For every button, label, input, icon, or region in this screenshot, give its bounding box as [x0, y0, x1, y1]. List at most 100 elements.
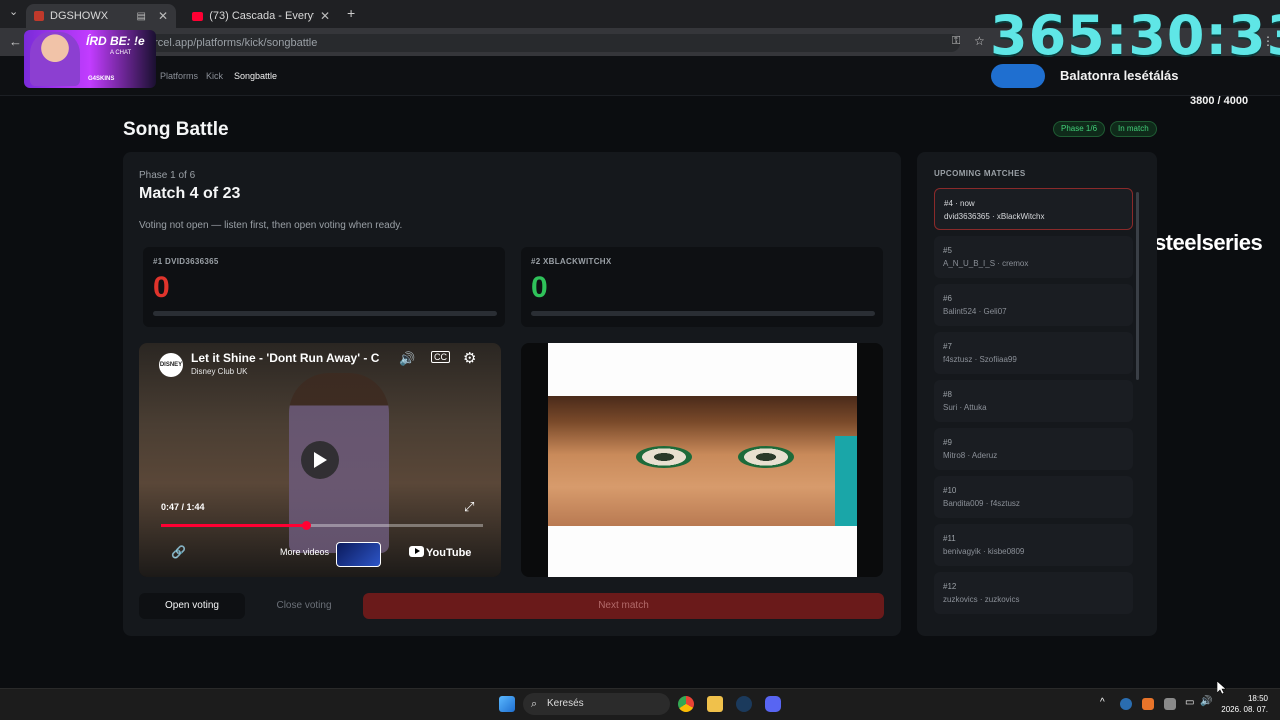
match-number: #12: [943, 582, 957, 591]
mouse-cursor-icon: [1217, 681, 1226, 695]
match-players: Mitro8 · Aderuz: [943, 451, 998, 460]
tab-cascada[interactable]: (73) Cascada - Everytime We To ✕: [184, 4, 338, 28]
settings-gear-icon[interactable]: ⚙: [463, 349, 476, 367]
tray-chevron-icon[interactable]: ^: [1100, 697, 1105, 708]
open-voting-button[interactable]: Open voting: [139, 593, 245, 619]
vote-bar: [153, 311, 497, 316]
video-title[interactable]: Let it Shine - 'Dont Run Away' - C: [191, 351, 379, 365]
more-videos-thumbnail[interactable]: [336, 542, 381, 567]
video-scrubber-handle[interactable]: [301, 521, 311, 530]
sponsor-name: steelseries: [1153, 230, 1263, 255]
promo-brand: G4SKINS: [88, 76, 115, 82]
streamer-avatar: [30, 32, 80, 86]
match-number: #10: [943, 486, 957, 495]
video-subject-eye: [636, 446, 692, 468]
match-players: Suri · Attuka: [943, 403, 987, 412]
search-icon: ⌕: [531, 698, 538, 710]
new-tab-icon[interactable]: +: [347, 5, 355, 21]
contestant-2-score: #2 XBLACKWITCHX 0: [521, 247, 883, 327]
upcoming-match-item[interactable]: #4 · now dvid3636365 · xBlackWitchx: [934, 188, 1133, 230]
upcoming-match-item[interactable]: #5 A_N_U_B_I_S · cremox: [934, 236, 1133, 278]
video-still: [548, 396, 857, 526]
phase-label: Phase 1 of 6: [139, 170, 196, 181]
taskbar-clock[interactable]: 18:50 2026. 08. 07.: [1218, 693, 1268, 715]
youtube-play-icon: [409, 546, 424, 557]
key-icon[interactable]: ⚿: [952, 35, 960, 48]
goal-progress-pill: [991, 64, 1045, 88]
upcoming-match-item[interactable]: #12 zuzkovics · zuzkovics: [934, 572, 1133, 614]
tab-title: (73) Cascada - Everytime We To: [209, 10, 314, 22]
match-number: #5: [943, 246, 952, 255]
upcoming-match-item[interactable]: #11 benivagyik · kisbe0809: [934, 524, 1133, 566]
video-player-1[interactable]: DISNEY Let it Shine - 'Dont Run Away' - …: [139, 343, 501, 577]
contestant-1-score: #1 DVID3636365 0: [143, 247, 505, 327]
video-subject-eye: [738, 446, 794, 468]
tray-discord-icon[interactable]: [1164, 698, 1176, 710]
match-players: Bandita009 · f4sztusz: [943, 499, 1020, 508]
video-progress-bar[interactable]: [161, 521, 483, 530]
youtube-logo[interactable]: YouTube: [409, 546, 471, 559]
taskbar-search-label: Keresés: [547, 698, 584, 709]
close-voting-button[interactable]: Close voting: [251, 593, 357, 619]
more-videos-label[interactable]: More videos: [280, 547, 329, 557]
phase-badge: Phase 1/6: [1053, 121, 1106, 137]
windows-start-icon[interactable]: [499, 696, 515, 712]
sidebar-scrollbar[interactable]: [1136, 192, 1139, 380]
tray-steam-icon[interactable]: [1120, 698, 1132, 710]
chrome-icon[interactable]: [678, 696, 694, 712]
page-title: Song Battle: [123, 119, 229, 140]
match-number: #11: [943, 534, 956, 543]
promo-overlay: ÍRD BE: !e A CHAT G4SKINS: [24, 30, 156, 88]
match-number: #9: [943, 438, 952, 447]
upcoming-match-item[interactable]: #8 Suri · Attuka: [934, 380, 1133, 422]
file-explorer-icon[interactable]: [707, 696, 723, 712]
close-tab-icon[interactable]: ✕: [158, 9, 168, 23]
match-number: #4 · now: [944, 199, 975, 208]
youtube-favicon-icon: [192, 11, 204, 21]
taskbar-search[interactable]: ⌕ Keresés: [523, 693, 670, 715]
fullscreen-icon[interactable]: ⤢: [464, 499, 474, 515]
upcoming-match-item[interactable]: #7 f4sztusz · Szofiiaa99: [934, 332, 1133, 374]
upcoming-match-item[interactable]: #6 Balint524 · Geli07: [934, 284, 1133, 326]
network-icon[interactable]: ▭: [1185, 697, 1194, 708]
next-match-button[interactable]: Next match: [363, 593, 884, 619]
clock-date: 2026. 08. 07.: [1221, 705, 1268, 714]
video-channel[interactable]: Disney Club UK: [191, 367, 247, 376]
bookmark-star-icon[interactable]: ☆: [974, 34, 985, 48]
match-players: Balint524 · Geli07: [943, 307, 1007, 316]
channel-logo-icon[interactable]: DISNEY: [159, 353, 183, 377]
breadcrumb-kick[interactable]: Kick: [206, 71, 223, 81]
copy-link-icon[interactable]: 🔗: [171, 545, 186, 559]
upcoming-matches-title: UPCOMING MATCHES: [934, 169, 1026, 178]
play-button[interactable]: [301, 441, 339, 479]
match-number: #6: [943, 294, 952, 303]
volume-tray-icon[interactable]: 🔊: [1200, 696, 1212, 707]
discord-icon[interactable]: [765, 696, 781, 712]
vote-count: 0: [531, 271, 548, 304]
match-players: benivagyik · kisbe0809: [943, 547, 1025, 556]
promo-subtitle: A CHAT: [110, 50, 132, 56]
breadcrumb-songbattle[interactable]: Songbattle: [234, 71, 277, 81]
volume-icon[interactable]: 🔊: [399, 351, 415, 367]
breadcrumb-platforms[interactable]: Platforms: [160, 71, 198, 81]
stream-timer: 365:30:33: [990, 4, 1280, 67]
match-title: Match 4 of 23: [139, 185, 241, 202]
tray-app-icon[interactable]: [1142, 698, 1154, 710]
match-number: #8: [943, 390, 952, 399]
youtube-wordmark: YouTube: [426, 547, 472, 559]
captions-icon[interactable]: CC: [431, 351, 450, 363]
video-background-accent: [835, 436, 857, 526]
url-field[interactable]: ercel.app/platforms/kick/songbattle: [140, 34, 960, 52]
tab-dgshowx[interactable]: DGSHOWX ▤ ✕: [26, 4, 176, 28]
close-tab-icon[interactable]: ✕: [320, 9, 330, 23]
steam-icon[interactable]: [736, 696, 752, 712]
voting-hint: Voting not open — listen first, then ope…: [139, 220, 403, 231]
promo-title: ÍRD BE: !e: [86, 34, 145, 48]
back-arrow-icon[interactable]: ←: [9, 34, 22, 49]
upcoming-match-item[interactable]: #9 Mitro8 · Aderuz: [934, 428, 1133, 470]
tab-mute-icon[interactable]: ▤: [136, 11, 145, 22]
upcoming-match-item[interactable]: #10 Bandita009 · f4sztusz: [934, 476, 1133, 518]
tab-list-chevron-icon[interactable]: ⌄: [9, 5, 18, 18]
video-player-2[interactable]: [521, 343, 883, 577]
contestant-label: #1 DVID3636365: [153, 257, 219, 266]
